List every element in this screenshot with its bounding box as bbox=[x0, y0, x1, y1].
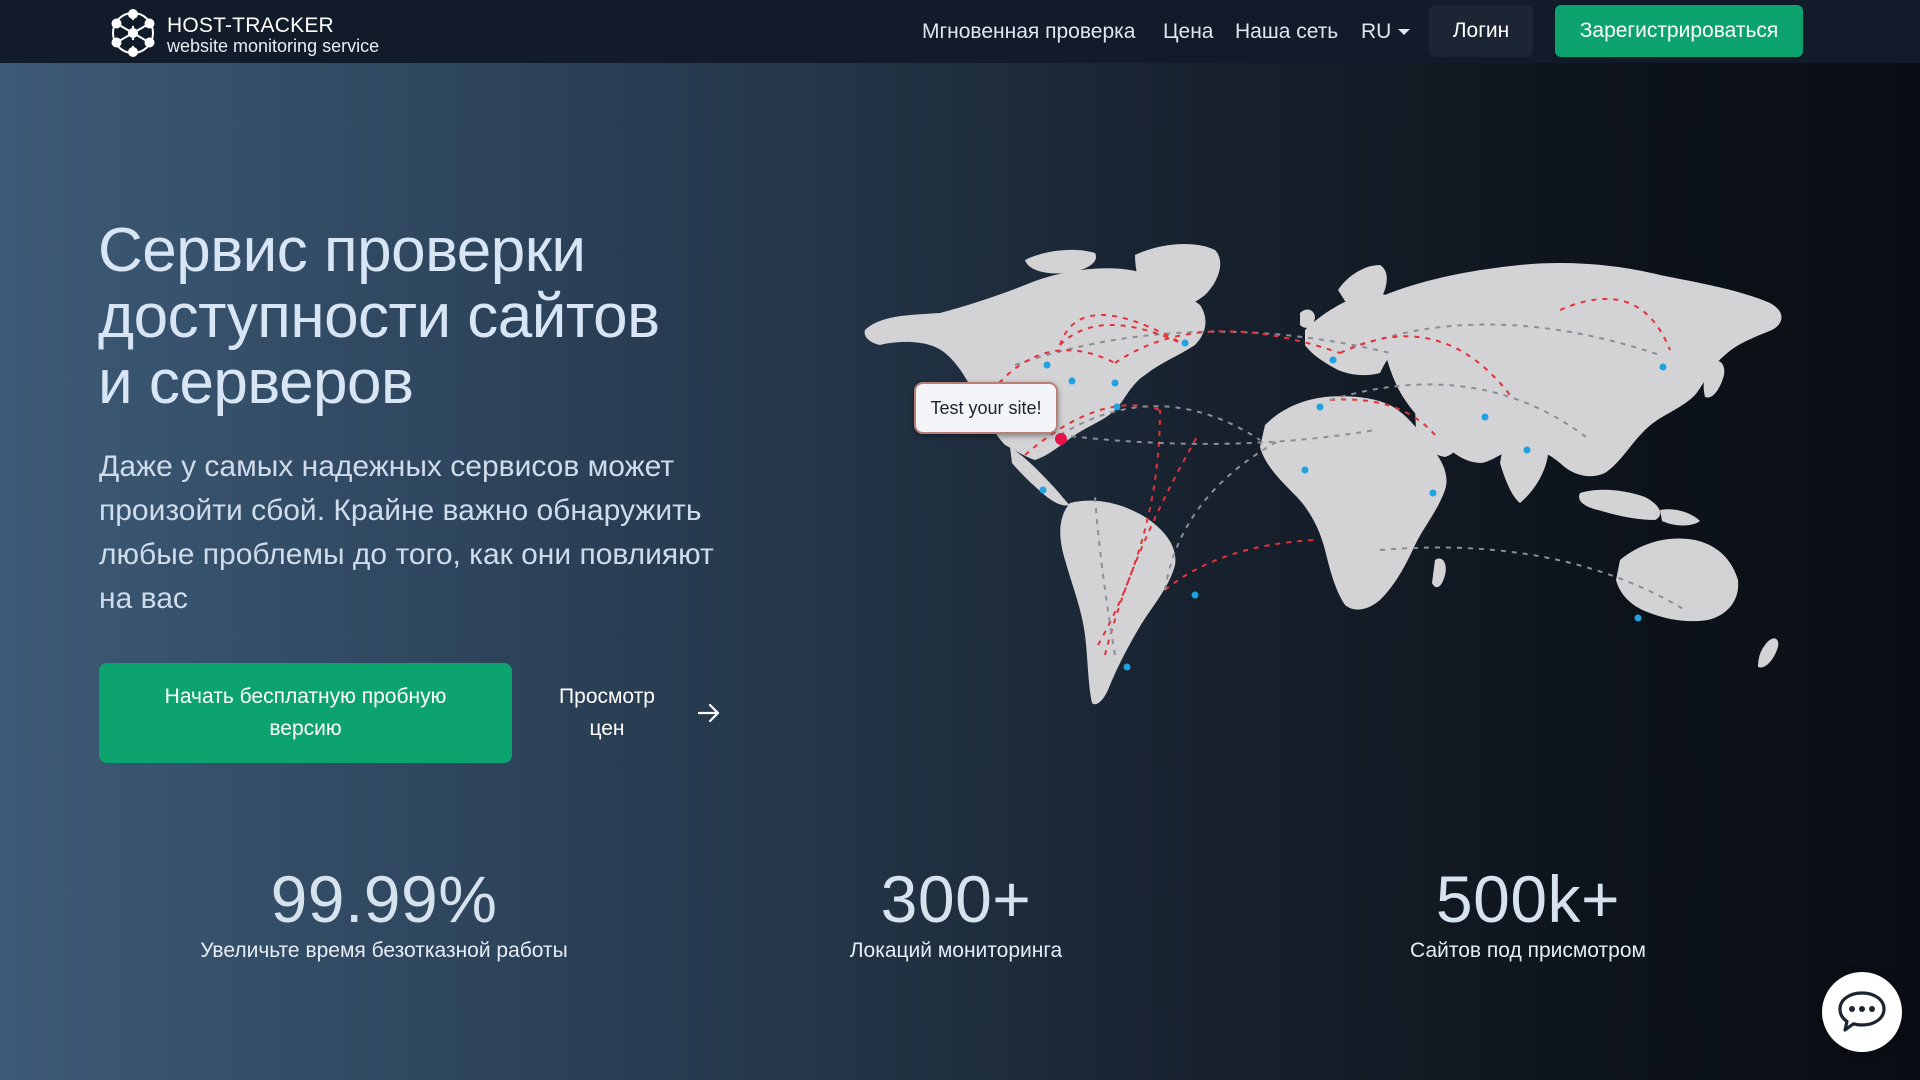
hero-title-line: Сервис проверки bbox=[98, 216, 586, 285]
stat-value: 300+ bbox=[880, 862, 1032, 936]
register-button[interactable]: Зарегистрироваться bbox=[1555, 5, 1803, 57]
map-node bbox=[1123, 663, 1131, 671]
arrow-right-icon bbox=[698, 704, 720, 722]
hero-title-line: и серверов bbox=[98, 348, 414, 417]
world-map bbox=[864, 243, 1782, 705]
nav-our-network[interactable]: Наша сеть bbox=[1235, 0, 1338, 63]
language-label: RU bbox=[1361, 20, 1392, 43]
map-node bbox=[1113, 403, 1121, 411]
stat-uptime: 99.99% Увеличьте время безотказной работ… bbox=[154, 862, 614, 966]
logo-subtitle: website monitoring service bbox=[167, 36, 380, 56]
hero-description: Даже у самых надежных сервисов может про… bbox=[99, 450, 714, 615]
test-site-tooltip[interactable]: Test your site! bbox=[914, 382, 1058, 434]
map-node bbox=[1039, 486, 1047, 494]
madagascar-shape bbox=[1432, 558, 1446, 588]
map-node bbox=[1068, 377, 1076, 385]
map-node bbox=[1191, 591, 1199, 599]
origin-node bbox=[1055, 433, 1067, 445]
map-node bbox=[1429, 489, 1437, 497]
top-navbar: HOST-TRACKER website monitoring service … bbox=[0, 0, 1920, 63]
australia-shape bbox=[1616, 538, 1739, 622]
hero-title-line: доступности сайтов bbox=[98, 282, 660, 351]
view-prices-link[interactable]: Просмотр цен bbox=[540, 680, 720, 746]
sea-islands-shape bbox=[1579, 489, 1661, 520]
caret-down-icon bbox=[1398, 28, 1411, 35]
stat-locations: 300+ Локаций мониторинга bbox=[726, 862, 1186, 966]
start-trial-button[interactable]: Начать бесплатную пробную версию bbox=[99, 663, 512, 763]
map-node bbox=[1329, 356, 1337, 364]
map-node bbox=[1316, 403, 1324, 411]
stat-label: Увеличьте время безотказной работы bbox=[200, 939, 568, 962]
south-america-shape bbox=[1060, 500, 1176, 705]
login-button[interactable]: Логин bbox=[1429, 5, 1533, 57]
map-node bbox=[1181, 339, 1189, 347]
language-selector[interactable]: RU bbox=[1361, 0, 1411, 63]
logo-title: HOST-TRACKER bbox=[167, 14, 334, 37]
nav-pricing[interactable]: Цена bbox=[1163, 0, 1214, 63]
map-route bbox=[1164, 439, 1281, 591]
logo-link[interactable]: HOST-TRACKER website monitoring service bbox=[108, 6, 408, 58]
map-node bbox=[1523, 446, 1531, 454]
map-node bbox=[1111, 379, 1119, 387]
hero-title: Сервис проверки доступности сайтов и сер… bbox=[98, 218, 758, 416]
hexagon-network-icon bbox=[111, 9, 155, 57]
map-node bbox=[1043, 361, 1051, 369]
chat-widget-button[interactable] bbox=[1822, 972, 1902, 1052]
stat-value: 500k+ bbox=[1435, 862, 1621, 936]
stat-sites: 500k+ Сайтов под присмотром bbox=[1298, 862, 1758, 966]
stat-label: Сайтов под присмотром bbox=[1410, 939, 1646, 962]
map-node bbox=[1481, 413, 1489, 421]
stat-value: 99.99% bbox=[270, 862, 498, 936]
map-node bbox=[1659, 363, 1667, 371]
chat-bubble-icon bbox=[1838, 991, 1886, 1032]
stat-label: Локаций мониторинга bbox=[849, 939, 1063, 962]
map-node bbox=[1301, 466, 1309, 474]
new-guinea-shape bbox=[1660, 509, 1700, 526]
map-node bbox=[1634, 614, 1642, 622]
new-zealand-shape bbox=[1758, 638, 1779, 668]
map-route bbox=[1164, 539, 1316, 591]
view-prices-label: Просмотр цен bbox=[559, 685, 655, 740]
nav-instant-check[interactable]: Мгновенная проверка bbox=[922, 0, 1135, 63]
